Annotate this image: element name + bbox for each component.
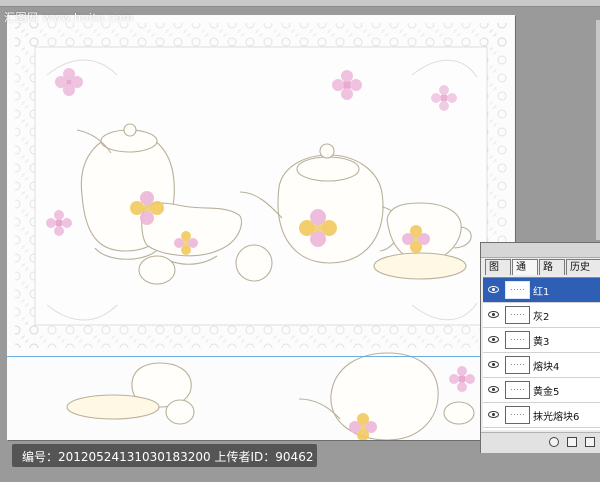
photoshop-workspace: 汇图网 www.huitu.com 编号：2012052413103018320…	[0, 0, 600, 482]
channel-actions-bar	[481, 432, 600, 453]
channel-thumbnail	[505, 356, 530, 374]
channel-thumbnail	[505, 331, 530, 349]
channel-list: 红1 灰2 黄3 熔块4 黄金5 抹光熔块6	[483, 277, 600, 430]
eye-icon[interactable]	[488, 336, 499, 343]
layers-panel-titlebar[interactable]	[481, 243, 600, 258]
save-selection-icon[interactable]	[567, 437, 577, 447]
top-watermark: 汇图网 www.huitu.com	[4, 11, 134, 24]
channel-row[interactable]: 灰2	[483, 303, 600, 328]
channel-label: 抹光熔块6	[533, 412, 580, 423]
channel-label: 熔块4	[533, 362, 560, 373]
tab-channels[interactable]: 通道	[512, 259, 538, 289]
eye-icon[interactable]	[488, 286, 499, 293]
channel-row[interactable]: 黄金5	[483, 378, 600, 403]
eye-icon[interactable]	[488, 311, 499, 318]
tab-paths[interactable]: 路径	[539, 259, 565, 289]
bottom-watermark-text: 编号：20120524131030183200 上传者ID：90462	[22, 450, 314, 464]
channel-thumbnail	[505, 381, 530, 399]
channel-label: 红1	[533, 287, 550, 298]
bottom-watermark-bar: 编号：20120524131030183200 上传者ID：90462	[12, 444, 317, 467]
tab-layers[interactable]: 图层	[485, 259, 511, 289]
guide-line	[7, 356, 483, 357]
eye-icon[interactable]	[488, 386, 499, 393]
channel-label: 黄3	[533, 337, 550, 348]
channel-row[interactable]: 熔块4	[483, 353, 600, 378]
top-ruler	[0, 0, 600, 7]
channel-label: 灰2	[533, 312, 550, 323]
new-channel-icon[interactable]	[585, 437, 595, 447]
document-canvas[interactable]	[7, 15, 515, 440]
eye-icon[interactable]	[488, 361, 499, 368]
load-selection-icon[interactable]	[549, 437, 559, 447]
right-scroll-strip[interactable]	[596, 20, 600, 240]
channel-label: 黄金5	[533, 387, 560, 398]
panel-tabs: 图层 通道 路径 历史记	[485, 259, 600, 289]
channel-row[interactable]: 红1	[483, 278, 600, 303]
channel-thumbnail	[505, 406, 530, 424]
tab-history[interactable]: 历史记	[566, 259, 600, 289]
channel-row[interactable]: 抹光熔块6	[483, 403, 600, 428]
channel-row[interactable]: 黄3	[483, 328, 600, 353]
tea-set-illustration	[7, 15, 515, 440]
eye-icon[interactable]	[488, 411, 499, 418]
channel-thumbnail	[505, 306, 530, 324]
layers-panel[interactable]: 图层 通道 路径 历史记 红1 灰2 黄3	[480, 242, 600, 453]
channel-thumbnail	[505, 281, 530, 299]
